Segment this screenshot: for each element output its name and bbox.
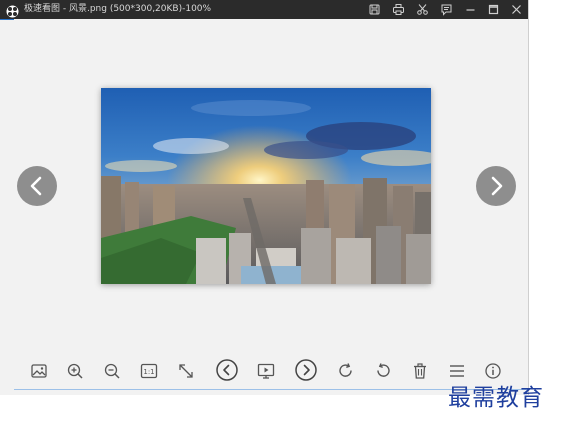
feedback-icon[interactable] bbox=[439, 2, 454, 17]
save-icon[interactable] bbox=[367, 2, 382, 17]
zoom-out-icon[interactable] bbox=[102, 361, 122, 381]
app-logo-icon bbox=[6, 3, 19, 18]
image-viewport[interactable] bbox=[0, 20, 528, 352]
print-icon[interactable] bbox=[391, 2, 406, 17]
title-bar[interactable]: 极速看图 - 风景.png (500*300,20KB)-100% bbox=[0, 0, 528, 19]
fullscreen-icon[interactable] bbox=[176, 361, 196, 381]
window-title: 极速看图 - 风景.png (500*300,20KB)-100% bbox=[24, 4, 212, 14]
actual-size-icon[interactable]: 1:1 bbox=[139, 361, 159, 381]
previous-icon[interactable] bbox=[215, 358, 239, 382]
minimize-icon[interactable] bbox=[463, 2, 478, 17]
chevron-left-icon bbox=[30, 176, 42, 196]
image-icon[interactable] bbox=[29, 361, 49, 381]
actual-size-label: 1:1 bbox=[143, 368, 154, 376]
zoom-in-icon[interactable] bbox=[65, 361, 85, 381]
chevron-right-icon bbox=[491, 176, 503, 196]
image-viewer-window: 极速看图 - 风景.png (500*300,20KB)-100% 1:1 bbox=[0, 0, 529, 395]
next-icon[interactable] bbox=[294, 358, 318, 382]
maximize-icon[interactable] bbox=[486, 2, 501, 17]
landscape-photo bbox=[101, 88, 431, 284]
crop-icon[interactable] bbox=[415, 2, 430, 17]
previous-image-button[interactable] bbox=[17, 166, 57, 206]
close-icon[interactable] bbox=[509, 2, 524, 17]
delete-icon[interactable] bbox=[410, 361, 430, 381]
rotate-right-icon[interactable] bbox=[336, 361, 356, 381]
rotate-left-icon[interactable] bbox=[373, 361, 393, 381]
next-image-button[interactable] bbox=[476, 166, 516, 206]
watermark-text: 最需教育 bbox=[448, 385, 544, 411]
slideshow-icon[interactable] bbox=[256, 361, 276, 381]
